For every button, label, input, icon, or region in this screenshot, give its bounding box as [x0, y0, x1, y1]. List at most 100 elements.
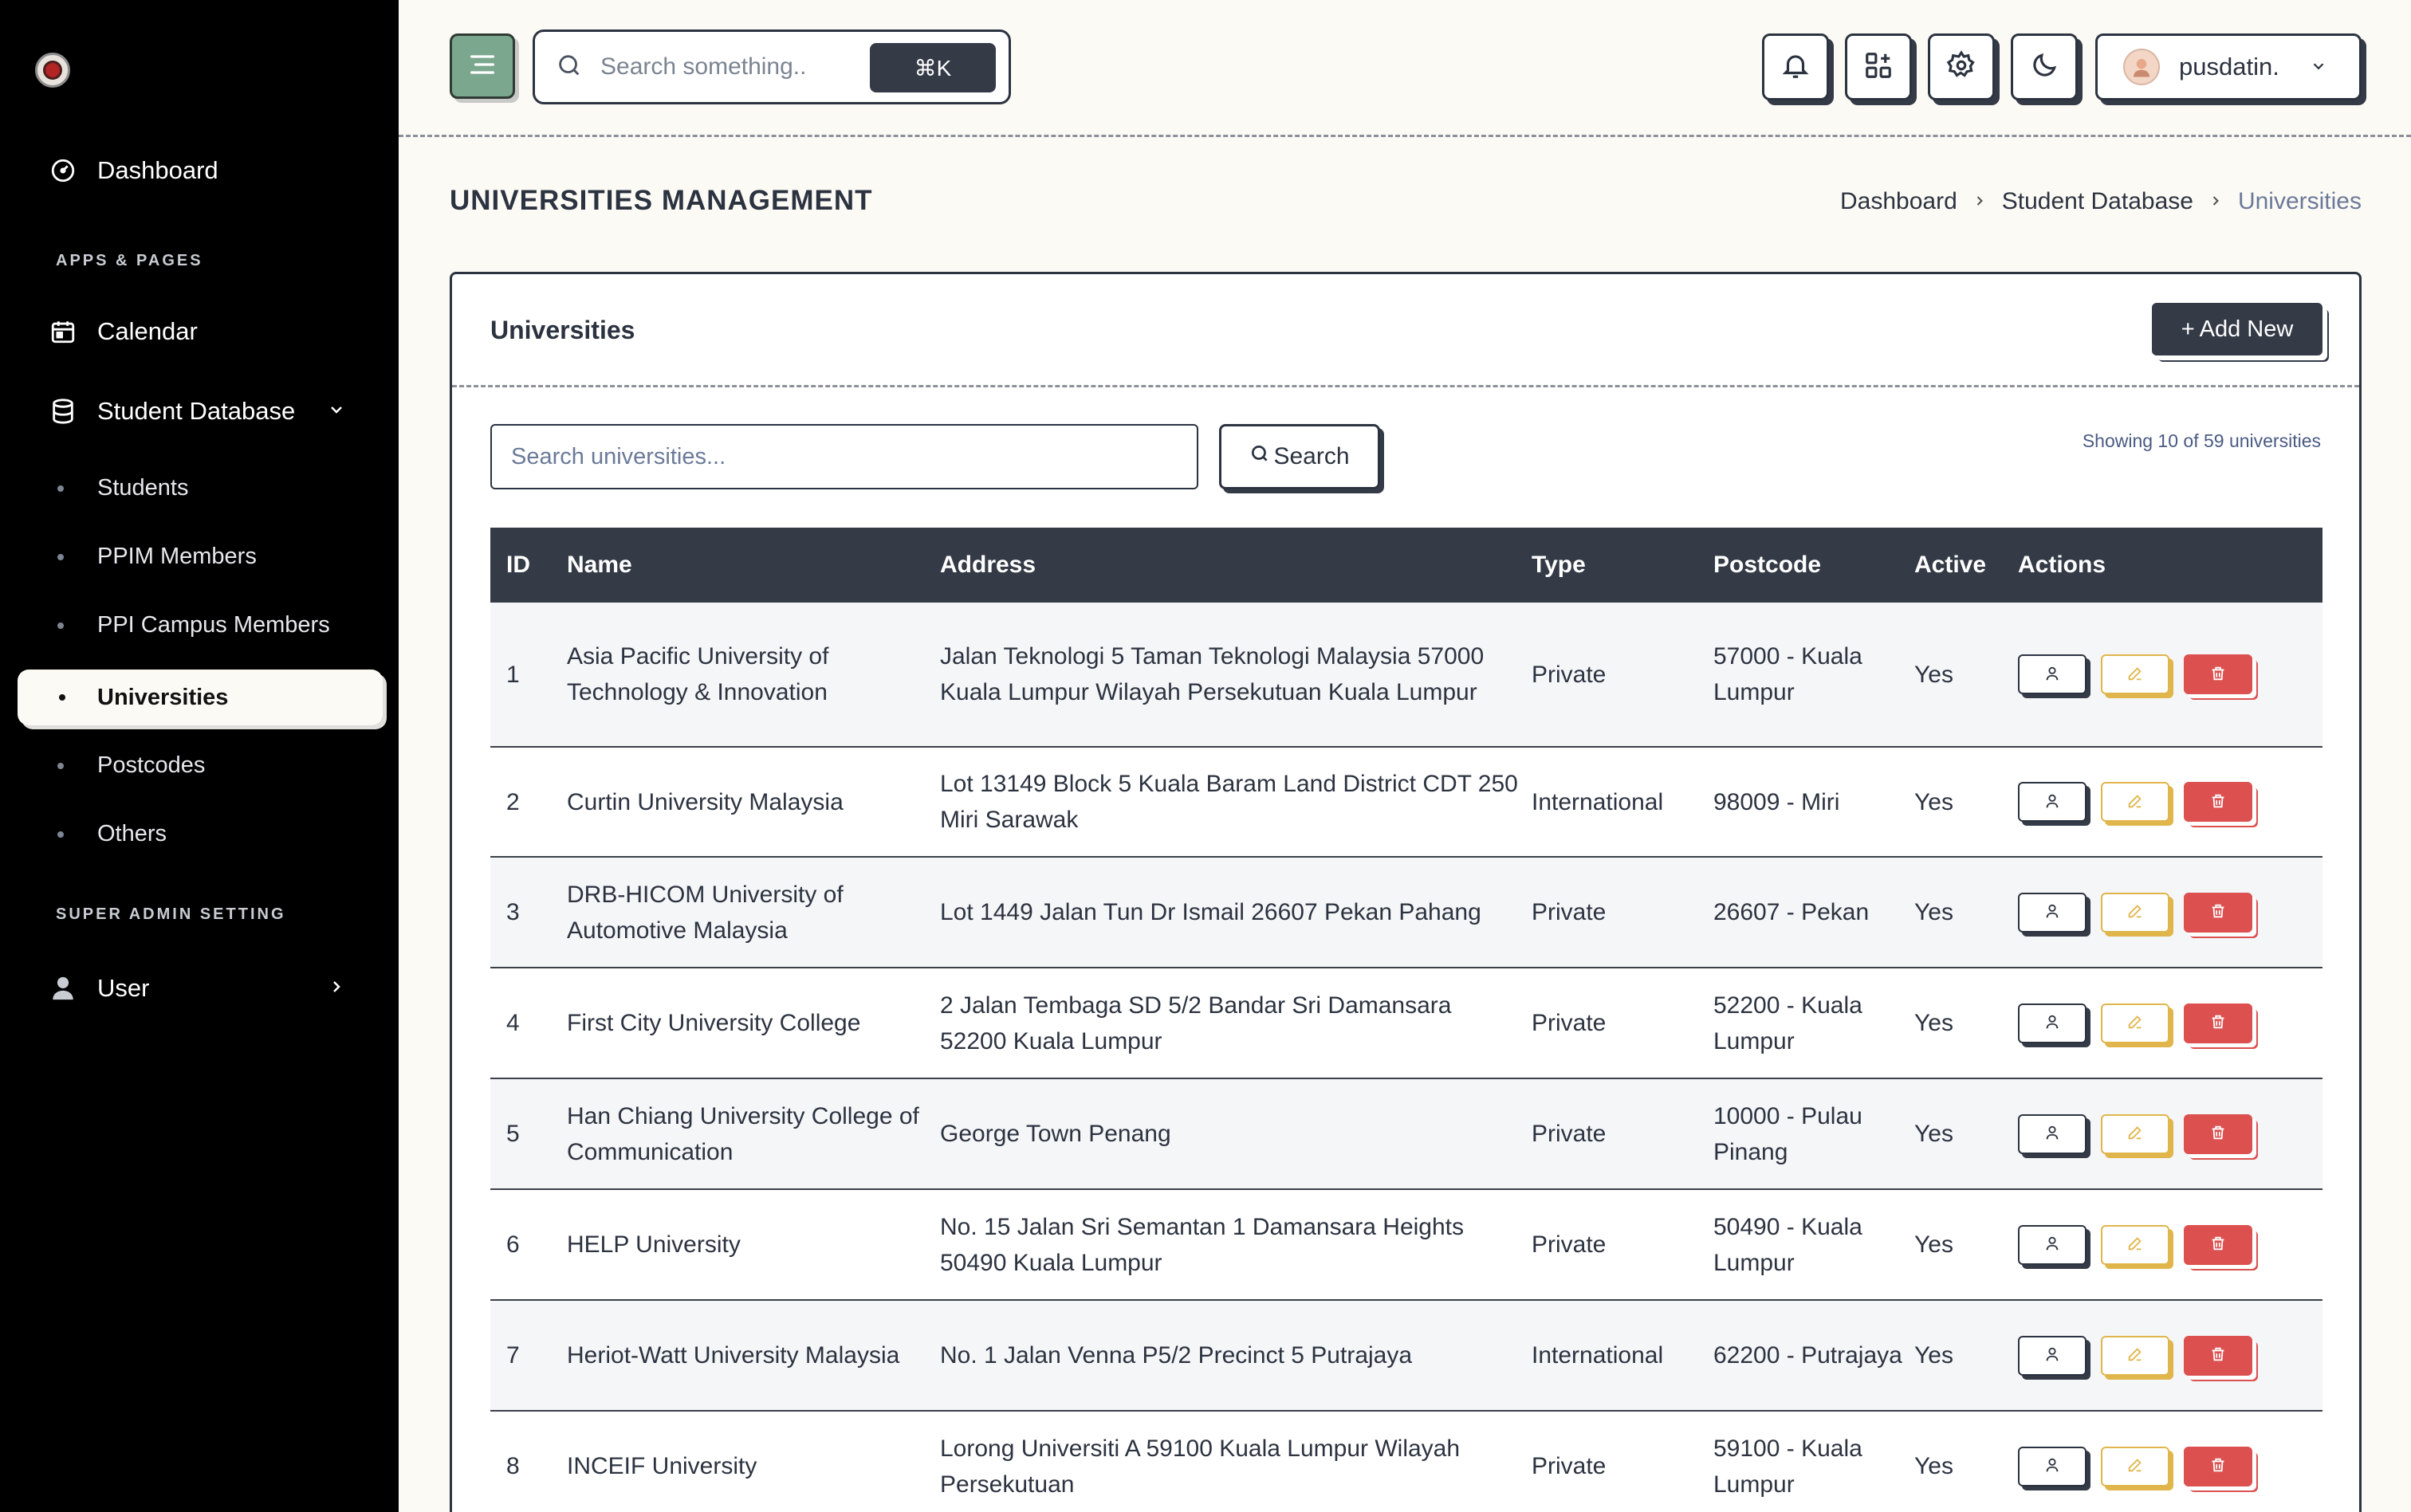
notifications-button[interactable] [1762, 33, 1829, 100]
shortcut-badge: ⌘K [870, 43, 996, 92]
bullet-icon [57, 831, 64, 838]
view-button[interactable] [2018, 654, 2087, 694]
user-icon [49, 975, 77, 1002]
cell-type: Private [1532, 1010, 1607, 1036]
view-user-icon [2043, 1116, 2061, 1152]
row-actions [2018, 1335, 2323, 1376]
university-search-input[interactable] [490, 424, 1198, 489]
column-header[interactable]: Active [1914, 552, 2018, 579]
edit-button[interactable] [2101, 1446, 2169, 1486]
table-body: 1 Asia Pacific University of Technology … [490, 603, 2323, 1512]
cell-type: Private [1532, 1121, 1607, 1147]
search-button[interactable]: Search [1219, 424, 1380, 489]
row-actions [2018, 1446, 2323, 1486]
delete-button[interactable] [2184, 892, 2252, 933]
column-header[interactable]: Type [1532, 552, 1713, 579]
view-user-icon [2043, 1448, 2061, 1484]
edit-icon [2126, 784, 2144, 820]
delete-button[interactable] [2184, 1113, 2252, 1154]
column-header[interactable]: Name [567, 552, 940, 579]
trash-icon [2209, 1227, 2227, 1263]
global-search[interactable]: ⌘K [533, 29, 1011, 104]
column-header[interactable]: Postcode [1713, 552, 1914, 579]
cell-type: International [1532, 788, 1664, 815]
edit-button[interactable] [2101, 654, 2169, 694]
delete-button[interactable] [2184, 1335, 2252, 1376]
settings-button[interactable] [1928, 33, 1995, 100]
edit-icon [2126, 1005, 2144, 1041]
sidebar: Dashboard APPS & PAGES Calendar Student … [0, 0, 399, 1512]
view-button[interactable] [2018, 892, 2087, 933]
sidebar-item-ppi-campus-members[interactable]: PPI Campus Members [57, 612, 330, 638]
sidebar-item-student-database[interactable]: Student Database [49, 397, 368, 426]
delete-button[interactable] [2184, 654, 2252, 694]
sidebar-item-user[interactable]: User [49, 974, 368, 1003]
cell-active: Yes [1914, 1453, 1953, 1479]
sidebar-item-universities[interactable]: Universities [18, 670, 383, 725]
chevron-down-icon [2310, 53, 2327, 81]
card-title: Universities [490, 316, 635, 344]
cell-postcode: 98009 - Miri [1713, 788, 1840, 815]
view-button[interactable] [2018, 1113, 2087, 1154]
view-button[interactable] [2018, 782, 2087, 822]
view-button[interactable] [2018, 1224, 2087, 1265]
cell-type: Private [1532, 1453, 1607, 1479]
section-super-admin: SUPER ADMIN SETTING [56, 905, 286, 923]
edit-button[interactable] [2101, 1113, 2169, 1154]
view-button[interactable] [2018, 1003, 2087, 1043]
view-button[interactable] [2018, 1446, 2087, 1486]
edit-icon [2126, 1227, 2144, 1263]
trash-icon [2209, 1005, 2227, 1041]
edit-button[interactable] [2101, 892, 2169, 933]
add-new-button[interactable]: + Add New [2152, 303, 2323, 355]
cell-name: Heriot-Watt University Malaysia [567, 1342, 900, 1369]
cell-postcode: 59100 - Kuala Lumpur [1713, 1435, 1862, 1498]
edit-button[interactable] [2101, 782, 2169, 822]
breadcrumb-dashboard[interactable]: Dashboard [1840, 188, 1957, 215]
cell-type: Private [1532, 661, 1607, 688]
cell-address: Lot 1449 Jalan Tun Dr Ismail 26607 Pekan… [940, 899, 1481, 925]
view-user-icon [2043, 1337, 2061, 1373]
theme-toggle-button[interactable] [2011, 33, 2078, 100]
cell-address: Lot 13149 Block 5 Kuala Baram Land Distr… [940, 771, 1518, 833]
delete-button[interactable] [2184, 1003, 2252, 1043]
global-search-input[interactable] [600, 53, 887, 81]
cell-id: 3 [506, 899, 520, 925]
cell-address: Lorong Universiti A 59100 Kuala Lumpur W… [940, 1435, 1461, 1498]
menu-toggle-button[interactable] [450, 33, 515, 99]
delete-button[interactable] [2184, 782, 2252, 822]
edit-button[interactable] [2101, 1335, 2169, 1376]
sidebar-item-calendar[interactable]: Calendar [49, 317, 198, 346]
sidebar-item-students[interactable]: Students [57, 475, 188, 501]
sidebar-item-label: Dashboard [97, 156, 218, 184]
trash-icon [2209, 1448, 2227, 1484]
bullet-icon [59, 694, 65, 701]
user-menu-button[interactable]: pusdatin. [2095, 33, 2362, 100]
row-actions [2018, 1113, 2323, 1154]
sidebar-item-dashboard[interactable]: Dashboard [49, 156, 218, 185]
sidebar-item-others[interactable]: Others [57, 821, 167, 847]
edit-icon [2126, 1116, 2144, 1152]
sidebar-item-ppim-members[interactable]: PPIM Members [57, 544, 257, 570]
delete-button[interactable] [2184, 1446, 2252, 1486]
sidebar-item-label: Others [97, 821, 167, 846]
edit-button[interactable] [2101, 1224, 2169, 1265]
apps-button[interactable] [1845, 33, 1912, 100]
sidebar-item-postcodes[interactable]: Postcodes [57, 752, 205, 779]
row-actions [2018, 654, 2323, 694]
delete-button[interactable] [2184, 1224, 2252, 1265]
view-user-icon [2043, 894, 2061, 930]
cell-id: 6 [506, 1231, 520, 1258]
edit-button[interactable] [2101, 1003, 2169, 1043]
page-title: UNIVERSITIES MANAGEMENT [450, 185, 873, 216]
cell-type: Private [1532, 1231, 1607, 1258]
column-header[interactable]: ID [490, 552, 567, 579]
view-button[interactable] [2018, 1335, 2087, 1376]
breadcrumb-student-database[interactable]: Student Database [2002, 188, 2193, 215]
trash-icon [2209, 657, 2227, 693]
username: pusdatin. [2179, 53, 2279, 81]
app-logo[interactable] [35, 53, 70, 88]
trash-icon [2209, 1116, 2227, 1152]
search-button-label: Search [1273, 443, 1350, 469]
column-header[interactable]: Address [940, 552, 1532, 579]
